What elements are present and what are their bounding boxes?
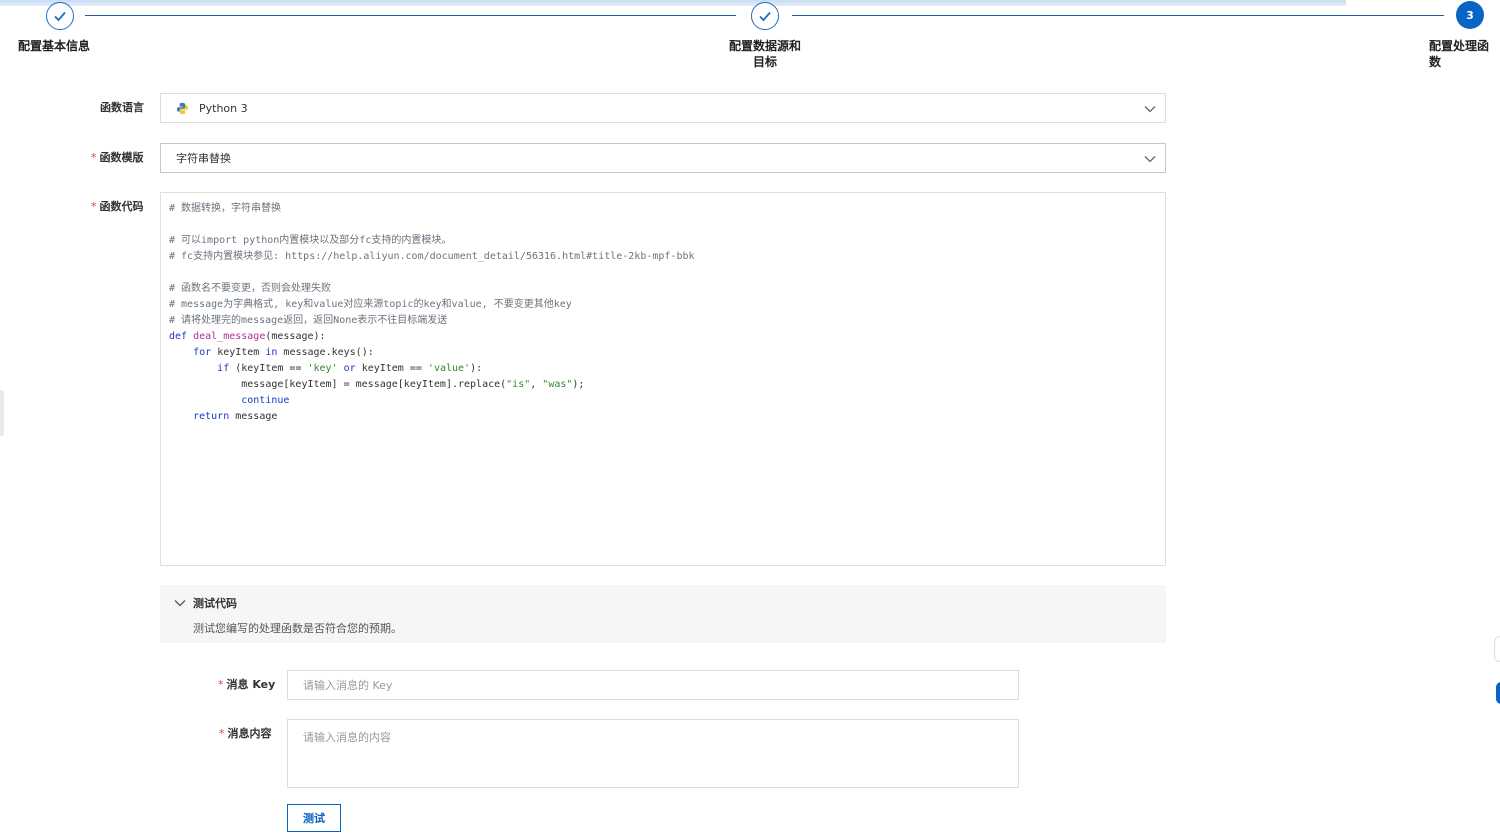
language-label: 函数语言: [100, 101, 144, 114]
code-token: # fc支持内置模块参见: https://help.aliyun.com/do…: [169, 251, 695, 262]
code-token: continue: [241, 395, 290, 406]
code-token: # 可以import python内置模块以及部分fc支持的内置模块。: [169, 235, 452, 246]
template-value: 字符串替换: [176, 152, 231, 165]
code-line: # 函数名不要变更，否则会处理失败: [169, 281, 1157, 297]
code-line: # fc支持内置模块参见: https://help.aliyun.com/do…: [169, 249, 1157, 265]
code-line: # message为字典格式, key和value对应来源topic的key和v…: [169, 297, 1157, 313]
step-2-label: 配置数据源和 目标: [728, 39, 801, 69]
code-token: (keyItem ==: [235, 363, 308, 374]
code-token: "is": [506, 379, 531, 390]
code-token: if: [217, 363, 236, 374]
test-code-description: 测试您编写的处理函数是否符合您的预期。: [193, 622, 402, 635]
code-line: for keyItem in message.keys():: [169, 345, 1157, 361]
step-connector: [792, 15, 1444, 16]
test-code-panel: 测试代码 测试您编写的处理函数是否符合您的预期。: [160, 585, 1166, 643]
template-label: * 函数模版: [91, 151, 144, 164]
floating-help-widget[interactable]: [1494, 636, 1500, 662]
code-editor[interactable]: # 数据转换，字符串替换 # 可以import python内置模块以及部分fc支…: [160, 192, 1166, 566]
test-button[interactable]: 测试: [287, 804, 341, 832]
code-token: ):: [470, 363, 483, 374]
code-token: 'value': [427, 363, 471, 374]
code-token: # message为字典格式, key和value对应来源topic的key和v…: [169, 299, 572, 310]
code-token: # 数据转换，字符串替换: [169, 203, 282, 214]
message-content-textarea[interactable]: [287, 719, 1019, 788]
template-select[interactable]: 字符串替换: [160, 143, 1166, 173]
step-1-check-icon: [46, 2, 74, 30]
code-line: continue: [169, 393, 1157, 409]
step-1-label: 配置基本信息: [18, 39, 91, 53]
code-token: keyItem: [217, 347, 266, 358]
code-token: in: [265, 347, 284, 358]
step-3-number: 3: [1456, 1, 1484, 29]
message-key-label: * 消息 Key: [218, 678, 276, 691]
floating-action-widget[interactable]: [1496, 682, 1500, 704]
code-token: return: [193, 411, 236, 422]
code-line: return message: [169, 409, 1157, 425]
code-line: def deal_message(message):: [169, 329, 1157, 345]
step-2-check-icon: [751, 2, 779, 30]
language-select[interactable]: Python 3: [160, 93, 1166, 123]
test-code-title[interactable]: 测试代码: [193, 595, 237, 611]
chevron-down-icon[interactable]: [173, 596, 187, 610]
code-token: or: [337, 363, 362, 374]
code-line: if (keyItem == 'key' or keyItem == 'valu…: [169, 361, 1157, 377]
code-token: def: [169, 331, 194, 342]
code-token: deal_message: [193, 331, 266, 342]
code-token: message.keys():: [283, 347, 374, 358]
code-token: # 请将处理完的message返回，返回None表示不往目标端发送: [169, 315, 448, 326]
code-token: 'key': [307, 363, 338, 374]
python-icon: [176, 102, 189, 114]
code-token: message: [235, 411, 278, 422]
chevron-down-icon: [1144, 106, 1156, 113]
step-3-label: 配置处理函数: [1429, 39, 1490, 69]
code-token: # 函数名不要变更，否则会处理失败: [169, 283, 332, 294]
message-content-label: * 消息内容: [219, 727, 272, 740]
code-line: # 可以import python内置模块以及部分fc支持的内置模块。: [169, 233, 1157, 249]
code-line: # 数据转换，字符串替换: [169, 201, 1157, 217]
code-token: for: [193, 347, 218, 358]
language-value: Python 3: [199, 101, 248, 115]
step-connector: [85, 15, 736, 16]
code-token: keyItem ==: [361, 363, 428, 374]
chevron-down-icon: [1144, 156, 1156, 163]
message-key-input[interactable]: [287, 670, 1019, 700]
code-token: (message):: [265, 331, 326, 342]
code-token: "was": [542, 379, 573, 390]
code-line: # 请将处理完的message返回，返回None表示不往目标端发送: [169, 313, 1157, 329]
code-token: message[keyItem] = message[keyItem].repl…: [169, 379, 507, 390]
code-label: * 函数代码: [91, 200, 144, 213]
step-progress: 配置基本信息 配置数据源和 目标 3 配置处理函数: [0, 0, 1500, 80]
side-collapse-handle[interactable]: [0, 390, 4, 436]
code-token: ,: [530, 379, 543, 390]
code-token: );: [572, 379, 585, 390]
code-line: message[keyItem] = message[keyItem].repl…: [169, 377, 1157, 393]
